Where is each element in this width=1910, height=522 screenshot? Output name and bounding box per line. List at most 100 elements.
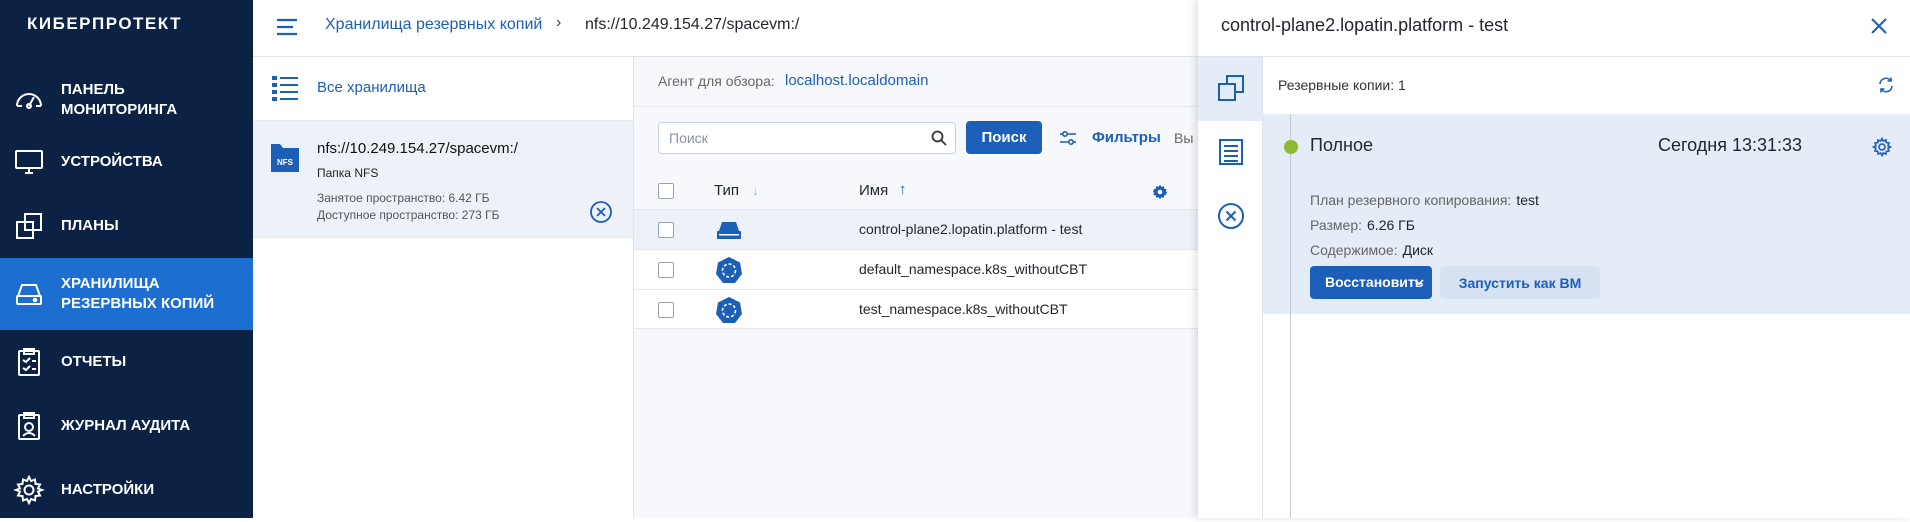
- sidebar-item-storages[interactable]: Хранилища резервных копий: [0, 258, 253, 330]
- row-checkbox[interactable]: [658, 262, 674, 278]
- table-row[interactable]: test_namespace.k8s_withoutCBT: [634, 289, 1198, 329]
- column-header-name[interactable]: Имя: [859, 182, 888, 199]
- row-name: default_namespace.k8s_withoutCBT: [859, 261, 1088, 277]
- backup-time: Сегодня 13:31:33: [1658, 135, 1803, 155]
- plans-icon: [16, 213, 42, 239]
- list-icon: [272, 76, 298, 101]
- sidebar: КИБЕРПРОТЕКТ Панель мониторинга Устройст…: [0, 0, 253, 518]
- sort-arrow-down-icon[interactable]: ↓: [752, 183, 759, 198]
- table-row[interactable]: default_namespace.k8s_withoutCBT: [634, 249, 1198, 289]
- table-header: Тип ↓ Имя ↑: [634, 173, 1198, 209]
- backup-plan-property: План резервного копирования: test: [1310, 192, 1539, 208]
- kubernetes-icon: [716, 297, 742, 323]
- close-circle-icon: [1218, 203, 1244, 229]
- close-icon[interactable]: [1869, 16, 1889, 36]
- backup-size-property: Размер: 6.26 ГБ: [1310, 217, 1415, 233]
- monitor-icon: [15, 150, 43, 174]
- breadcrumb-current: nfs://10.249.154.27/spacevm:/: [585, 16, 800, 33]
- search-box: [658, 122, 956, 154]
- agent-bar: Агент для обзора: localhost.localdomain: [634, 57, 1198, 107]
- app-logo: КИБЕРПРОТЕКТ: [27, 14, 182, 33]
- sidebar-item-audit-log[interactable]: Журнал аудита: [0, 394, 253, 458]
- backup-kind: Полное: [1310, 135, 1374, 155]
- plan-value: test: [1516, 192, 1539, 208]
- backup-content-property: Содержимое: Диск: [1310, 242, 1433, 258]
- storage-type: Папка NFS: [317, 166, 379, 180]
- storage-item-nfs[interactable]: NFS nfs://10.249.154.27/spacevm:/ Папка …: [253, 121, 633, 238]
- rail-delete-button[interactable]: [1198, 185, 1262, 249]
- sidebar-item-label: Планы: [61, 217, 119, 234]
- search-button[interactable]: Поиск: [966, 121, 1042, 154]
- sidebar-item-settings[interactable]: Настройки: [0, 458, 253, 522]
- row-checkbox[interactable]: [658, 302, 674, 318]
- storage-name: nfs://10.249.154.27/spacevm:/: [317, 140, 518, 157]
- content-label: Содержимое:: [1310, 242, 1398, 258]
- content-value: Диск: [1402, 242, 1434, 258]
- sidebar-item-label: Журнал аудита: [61, 417, 191, 434]
- plan-label: План резервного копирования:: [1310, 192, 1512, 208]
- breadcrumb-storages-link[interactable]: Хранилища резервных копий: [325, 16, 542, 34]
- copies-icon: [1218, 75, 1244, 101]
- backups-count: Резервные копии: 1: [1278, 77, 1406, 93]
- filters-button[interactable]: Фильтры: [1092, 129, 1161, 146]
- sidebar-item-devices[interactable]: Устройства: [0, 130, 253, 194]
- gear-icon: [13, 474, 45, 506]
- search-input[interactable]: [667, 129, 917, 147]
- sidebar-item-reports[interactable]: Отчеты: [0, 330, 253, 394]
- refresh-icon[interactable]: [1877, 76, 1895, 94]
- agent-link[interactable]: localhost.localdomain: [785, 72, 928, 89]
- remove-storage-icon[interactable]: [589, 200, 613, 224]
- select-all-checkbox[interactable]: [658, 183, 674, 199]
- status-dot: [1284, 140, 1298, 154]
- top-header: Хранилища резервных копий › nfs://10.249…: [253, 0, 1198, 57]
- menu-icon[interactable]: [275, 16, 301, 38]
- sidebar-item-plans[interactable]: Планы: [0, 194, 253, 258]
- table-row[interactable]: control-plane2.lopatin.platform - test: [634, 209, 1198, 249]
- run-as-vm-button[interactable]: Запустить как ВМ: [1440, 266, 1600, 299]
- chevron-down-icon: [1414, 279, 1424, 286]
- sidebar-item-label: Панель мониторинга: [61, 81, 178, 118]
- details-panel: control-plane2.lopatin.platform - test Р…: [1198, 0, 1910, 518]
- column-settings-gear-icon[interactable]: [1152, 184, 1168, 200]
- breadcrumb-separator: ›: [556, 14, 562, 31]
- sidebar-item-label: Настройки: [61, 481, 155, 498]
- backups-table: Тип ↓ Имя ↑ control-plane2.lopatin.platf…: [634, 173, 1198, 329]
- details-body: Резервные копии: 1 Полное Сегодня 13:31:…: [1263, 57, 1910, 518]
- sidebar-item-label: Устройства: [61, 153, 163, 170]
- row-name: test_namespace.k8s_withoutCBT: [859, 301, 1068, 317]
- all-storages-label: Все хранилища: [317, 79, 426, 96]
- kubernetes-icon: [716, 257, 742, 283]
- reports-icon: [18, 348, 40, 376]
- filters-icon[interactable]: [1058, 128, 1078, 148]
- drive-icon: [717, 222, 741, 239]
- nfs-folder-icon: NFS: [271, 144, 299, 172]
- details-title: control-plane2.lopatin.platform - test: [1221, 15, 1509, 35]
- nfs-badge-text: NFS: [277, 158, 294, 167]
- sidebar-item-dashboard[interactable]: Панель мониторинга: [0, 68, 253, 132]
- column-header-type[interactable]: Тип: [714, 182, 739, 199]
- row-checkbox[interactable]: [658, 222, 674, 238]
- restore-button[interactable]: Восстановить: [1310, 266, 1432, 299]
- storage-list-panel: Все хранилища NFS nfs://10.249.154.27/sp…: [253, 57, 634, 518]
- storage-used-space: Занятое пространство: 6.42 ГБ: [317, 191, 490, 205]
- size-label: Размер:: [1310, 217, 1363, 233]
- restore-button-label: Восстановить: [1325, 274, 1424, 290]
- details-action-rail: [1198, 57, 1263, 518]
- rail-backups-button[interactable]: [1198, 57, 1262, 121]
- row-name: control-plane2.lopatin.platform - test: [859, 221, 1083, 237]
- agent-label: Агент для обзора:: [658, 73, 775, 89]
- main-content: Агент для обзора: localhost.localdomain …: [634, 57, 1198, 518]
- audit-icon: [18, 412, 40, 440]
- search-icon[interactable]: [931, 130, 947, 146]
- dashboard-icon: [16, 93, 42, 109]
- timeline-line: [1290, 114, 1291, 518]
- gear-icon[interactable]: [1872, 137, 1892, 157]
- size-value: 6.26 ГБ: [1367, 217, 1415, 233]
- sort-arrow-up-icon[interactable]: ↑: [899, 181, 907, 198]
- details-header: control-plane2.lopatin.platform - test: [1198, 0, 1910, 57]
- rail-details-button[interactable]: [1198, 121, 1262, 185]
- sidebar-item-label: Хранилища резервных копий: [61, 275, 215, 312]
- all-storages-item[interactable]: Все хранилища: [253, 57, 633, 121]
- sidebar-item-label: Отчеты: [61, 353, 127, 370]
- select-truncated-label[interactable]: Вы: [1174, 130, 1193, 146]
